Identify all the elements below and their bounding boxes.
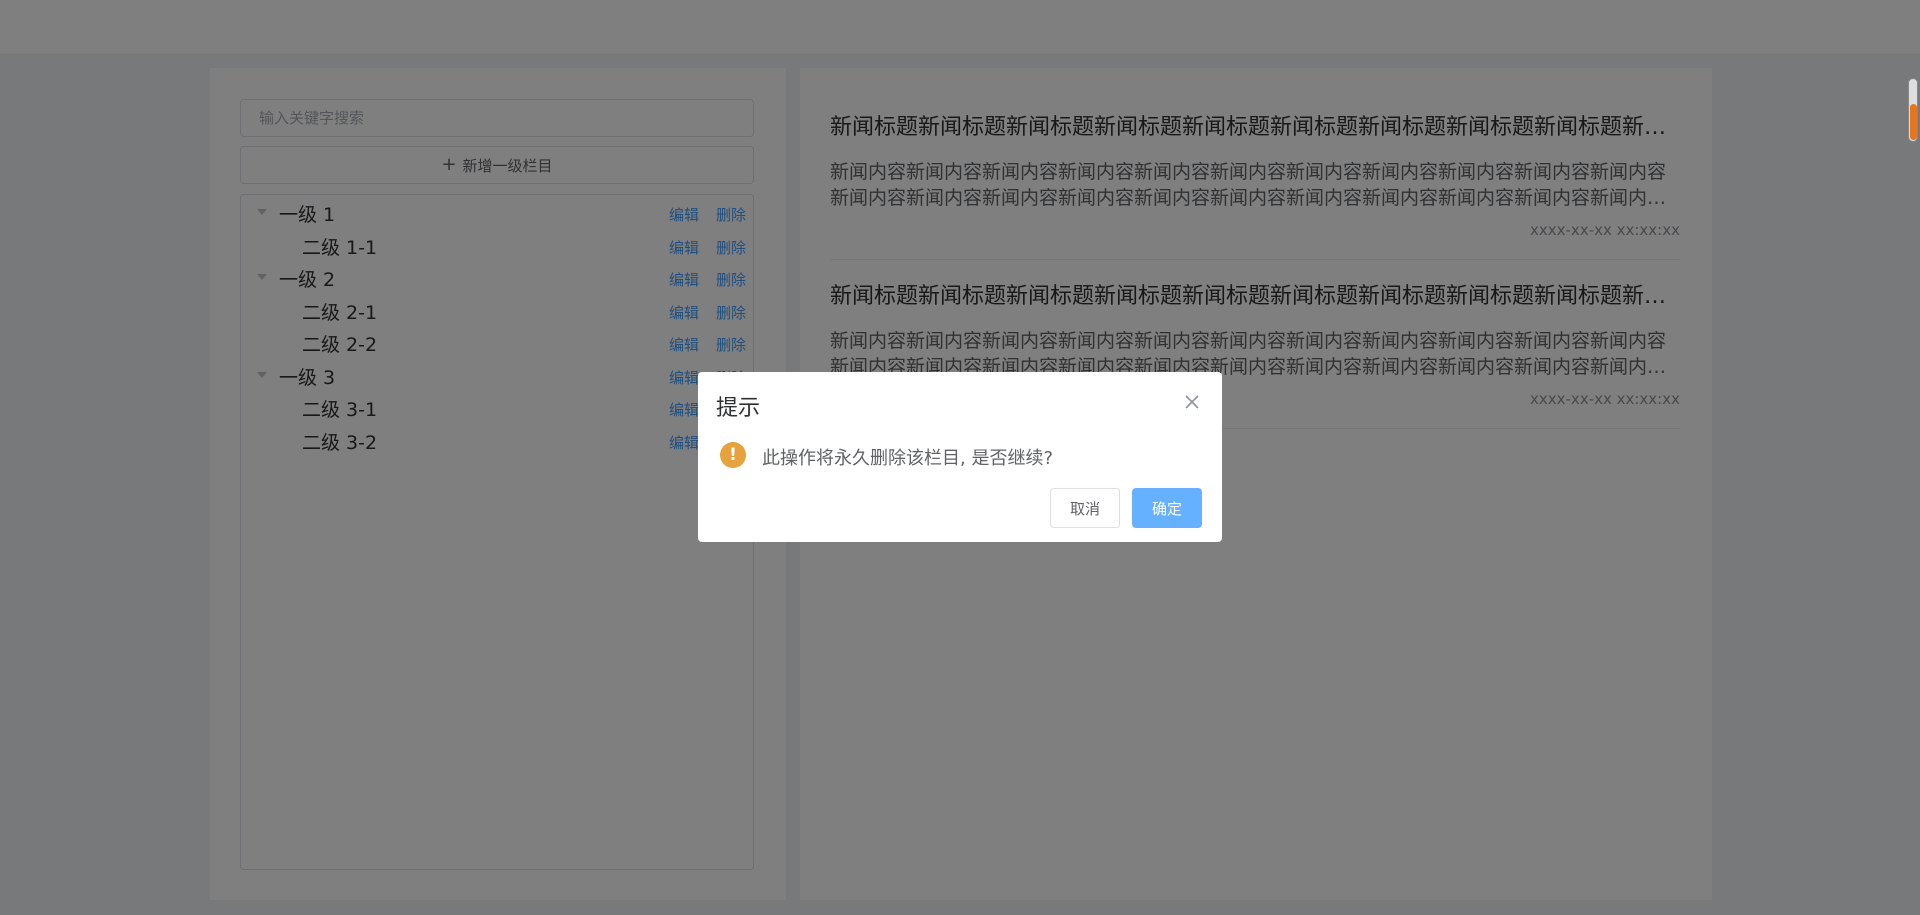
confirm-dialog: 提示 ! 此操作将永久删除该栏目, 是否继续? 取消 确定 xyxy=(698,372,1222,542)
dialog-title: 提示 xyxy=(716,396,761,421)
warning-icon: ! xyxy=(720,442,746,468)
scrollbar-thumb[interactable] xyxy=(1910,104,1917,140)
cancel-button[interactable]: 取消 xyxy=(1050,488,1120,528)
close-icon[interactable] xyxy=(1182,392,1202,412)
dialog-message: 此操作将永久删除该栏目, 是否继续? xyxy=(762,448,1053,469)
confirm-button[interactable]: 确定 xyxy=(1132,488,1202,528)
